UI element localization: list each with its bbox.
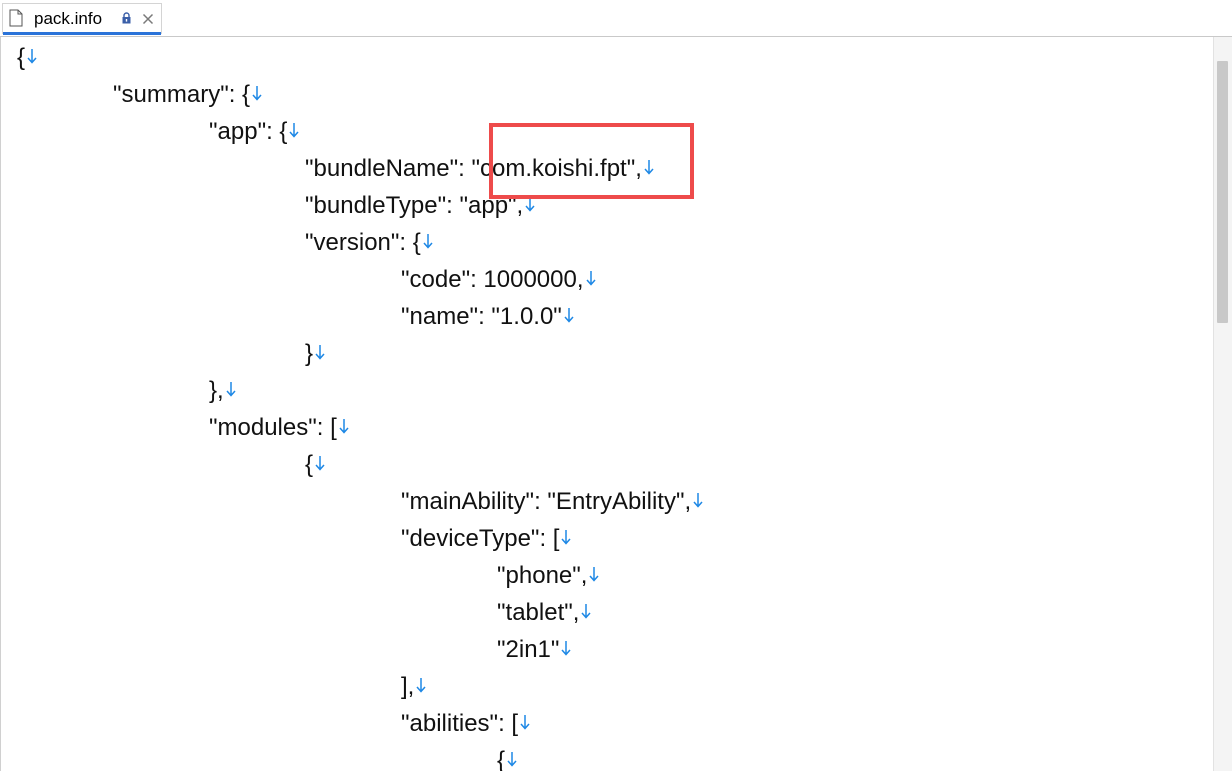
- line-break-arrow-icon: [644, 159, 654, 175]
- code-line: "bundleType": "app",: [305, 187, 536, 224]
- line-break-arrow-icon: [289, 122, 299, 138]
- code-line: },: [209, 372, 237, 409]
- code-line: "bundleName": "com.koishi.fpt",: [305, 150, 655, 187]
- line-break-arrow-icon: [561, 640, 571, 656]
- code-text: "phone",: [497, 562, 588, 589]
- line-break-arrow-icon: [581, 603, 591, 619]
- line-break-arrow-icon: [507, 751, 517, 767]
- code-text: "app": {: [209, 118, 288, 145]
- tab-bar: pack.info: [0, 0, 1232, 37]
- code-text: },: [209, 377, 224, 404]
- code-text: "modules": [: [209, 414, 337, 441]
- tab-pack-info[interactable]: pack.info: [2, 3, 162, 35]
- line-break-arrow-icon: [416, 677, 426, 693]
- code-text: {: [497, 747, 506, 771]
- line-break-arrow-icon: [27, 48, 37, 64]
- code-line: {: [305, 446, 326, 483]
- tab-title: pack.info: [34, 9, 103, 28]
- code-text: "summary": {: [113, 81, 251, 108]
- code-editor[interactable]: { "summary": { "app": { "bundleName": "com.…: [0, 37, 1213, 771]
- close-icon[interactable]: [142, 13, 154, 25]
- code-text: "mainAbility": "EntryAbility",: [401, 488, 692, 515]
- code-text: {: [17, 44, 26, 71]
- code-line: "code": 1000000,: [401, 261, 597, 298]
- code-line: }: [305, 335, 326, 372]
- editor-window: pack.info { "summary": { "app": { "bundleNa…: [0, 0, 1232, 771]
- code-line: "modules": [: [209, 409, 350, 446]
- code-line: {: [497, 742, 518, 771]
- code-line: "mainAbility": "EntryAbility",: [401, 483, 704, 520]
- code-text: "version": {: [305, 229, 421, 256]
- line-break-arrow-icon: [589, 566, 600, 582]
- vertical-scrollbar[interactable]: [1213, 37, 1232, 771]
- code-text: "code": 1000000,: [401, 266, 584, 293]
- line-break-arrow-icon: [339, 418, 349, 434]
- code-text: "tablet",: [497, 599, 580, 626]
- code-text: "bundleType": "app",: [305, 192, 524, 219]
- active-tab-indicator: [3, 32, 161, 35]
- line-break-arrow-icon: [315, 455, 325, 471]
- code-text: "name": "1.0.0": [401, 303, 562, 330]
- code-text: "deviceType": [: [401, 525, 560, 552]
- code-text: ],: [401, 673, 415, 700]
- line-break-arrow-icon: [252, 85, 262, 101]
- code-text: {: [305, 451, 314, 478]
- code-line: "abilities": [: [401, 705, 531, 742]
- code-line: ],: [401, 668, 427, 705]
- code-line: "deviceType": [: [401, 520, 572, 557]
- code-text: "bundleName": "com.koishi.fpt",: [305, 155, 642, 182]
- line-break-arrow-icon: [693, 492, 703, 508]
- code-line: "summary": {: [113, 76, 263, 113]
- code-text: "abilities": [: [401, 710, 519, 737]
- scrollbar-thumb[interactable]: [1217, 61, 1228, 323]
- line-break-arrow-icon: [561, 529, 572, 545]
- code-line: "2in1": [497, 631, 572, 668]
- line-break-arrow-icon: [520, 714, 530, 730]
- line-break-arrow-icon: [585, 270, 596, 286]
- line-break-arrow-icon: [226, 381, 236, 397]
- code-line: "phone",: [497, 557, 600, 594]
- code-line: "app": {: [209, 113, 300, 150]
- code-text: "2in1": [497, 636, 560, 663]
- lock-icon: [122, 12, 131, 24]
- code-line: "name": "1.0.0": [401, 298, 575, 335]
- line-break-arrow-icon: [564, 307, 574, 323]
- line-break-arrow-icon: [525, 196, 535, 212]
- code-line: {: [17, 39, 38, 76]
- code-line: "version": {: [305, 224, 434, 261]
- code-line: "tablet",: [497, 594, 592, 631]
- file-icon: [9, 9, 23, 27]
- line-break-arrow-icon: [315, 344, 325, 360]
- code-text: }: [305, 340, 314, 367]
- line-break-arrow-icon: [423, 233, 433, 249]
